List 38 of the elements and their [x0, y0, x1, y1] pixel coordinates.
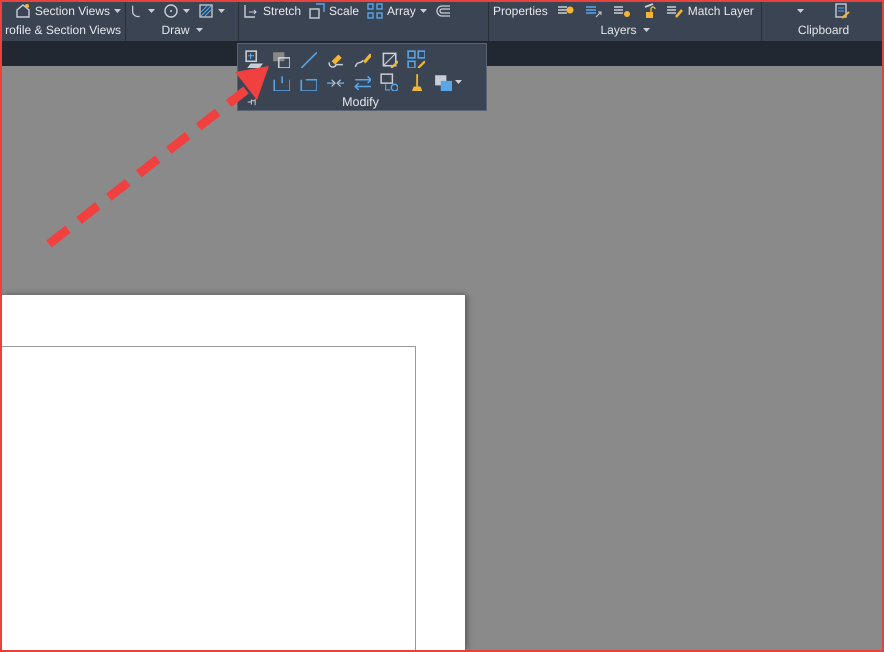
- panel-title: Modify: [341, 94, 380, 108]
- caret-icon[interactable]: [797, 8, 804, 12]
- panel-title[interactable]: Clipboard: [798, 23, 850, 37]
- tool-button[interactable]: Stretch: [243, 2, 302, 18]
- grid-icon[interactable]: [367, 2, 384, 18]
- tool-button[interactable]: Array: [367, 2, 427, 18]
- panel-title[interactable]: Draw: [161, 23, 190, 37]
- tool-button[interactable]: [163, 2, 190, 18]
- block-replace-icon[interactable]: [380, 72, 398, 90]
- tool-button[interactable]: Section Views: [14, 2, 121, 18]
- caret-icon[interactable]: [148, 8, 155, 12]
- panel-title[interactable]: Layers: [600, 23, 637, 37]
- stretch-icon[interactable]: [243, 2, 259, 18]
- edit-block-icon[interactable]: [245, 50, 263, 68]
- tool-button[interactable]: [434, 72, 462, 90]
- tool-button[interactable]: Match Layer: [666, 2, 754, 18]
- line-icon[interactable]: [299, 50, 317, 68]
- offset-icon[interactable]: [434, 2, 451, 18]
- tool-button[interactable]: Properties: [493, 4, 548, 18]
- scale-icon[interactable]: [309, 2, 326, 18]
- caret-icon[interactable]: [196, 28, 202, 32]
- grid-icon[interactable]: [407, 50, 425, 68]
- hatch-icon[interactable]: [198, 2, 214, 18]
- copy-block-icon[interactable]: [272, 50, 290, 68]
- caret-icon[interactable]: [183, 8, 190, 12]
- house-icon[interactable]: [14, 2, 31, 18]
- caret-icon[interactable]: [455, 80, 462, 84]
- tool-button[interactable]: [198, 2, 225, 18]
- tool-button[interactable]: Scale: [309, 2, 360, 18]
- caret-icon[interactable]: [642, 28, 650, 32]
- caret-icon[interactable]: [420, 8, 427, 12]
- circle-icon[interactable]: [163, 2, 179, 18]
- caret-icon[interactable]: [218, 8, 225, 12]
- clipboard-icon[interactable]: [834, 2, 850, 18]
- panel-title[interactable]: rofile & Section Views: [5, 23, 121, 37]
- caret-icon[interactable]: [114, 8, 121, 12]
- draw-order-icon[interactable]: [434, 72, 452, 90]
- crop-icon[interactable]: [380, 50, 398, 68]
